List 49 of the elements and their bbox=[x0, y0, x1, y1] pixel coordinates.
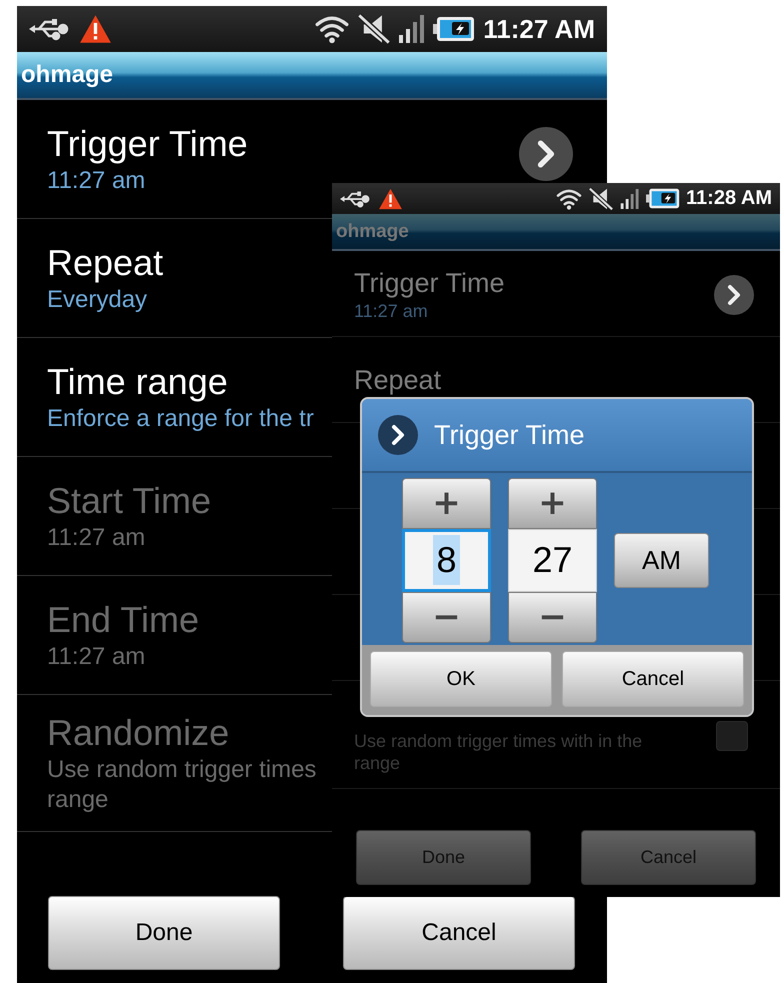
decrement-button[interactable]: − bbox=[508, 592, 597, 642]
app-title: ohmage bbox=[21, 61, 114, 89]
increment-button[interactable]: + bbox=[402, 478, 491, 528]
am-pm-button[interactable]: AM bbox=[614, 532, 709, 588]
dialog-button[interactable]: Cancel bbox=[562, 651, 744, 707]
battery-charging-icon bbox=[646, 188, 680, 209]
usb-icon bbox=[340, 190, 370, 208]
setting-summary: range bbox=[354, 752, 400, 774]
signal-icon bbox=[620, 188, 640, 208]
chevron-circle-icon bbox=[519, 127, 573, 181]
setting-summary: Everyday bbox=[47, 285, 148, 315]
chevron-circle-icon bbox=[378, 415, 418, 455]
setting-summary: Enforce a range for the tr bbox=[47, 404, 314, 434]
muted-speaker-icon bbox=[588, 186, 614, 210]
warning-icon bbox=[79, 14, 112, 44]
setting-title[interactable]: Trigger Time bbox=[354, 267, 505, 300]
setting-summary: 11:27 am bbox=[47, 166, 146, 196]
setting-summary: range bbox=[47, 785, 108, 815]
wifi-icon bbox=[315, 14, 350, 44]
battery-charging-icon bbox=[433, 15, 476, 43]
number-field[interactable]: 27 bbox=[508, 528, 597, 592]
app-title: ohmage bbox=[336, 220, 409, 242]
dialog-title: Trigger Time bbox=[434, 420, 585, 450]
signal-icon bbox=[399, 15, 426, 43]
footer-button[interactable]: Done bbox=[48, 896, 280, 970]
setting-title[interactable]: Repeat bbox=[47, 241, 164, 285]
warning-icon bbox=[378, 188, 403, 210]
usb-icon bbox=[29, 17, 69, 41]
setting-title[interactable]: Time range bbox=[47, 360, 228, 404]
setting-title[interactable]: Repeat bbox=[354, 364, 442, 397]
clock-time: 11:28 AM bbox=[686, 187, 772, 210]
setting-title: End Time bbox=[47, 598, 200, 642]
increment-button[interactable]: + bbox=[508, 478, 597, 528]
setting-title: Start Time bbox=[47, 479, 212, 523]
setting-title: Randomize bbox=[47, 711, 230, 755]
decrement-button[interactable]: − bbox=[402, 592, 491, 642]
number-field[interactable]: 8 bbox=[402, 528, 491, 592]
chevron-circle-icon bbox=[714, 274, 754, 314]
clock-time: 11:27 AM bbox=[483, 14, 595, 44]
setting-summary: Use random trigger times with in the bbox=[354, 730, 642, 752]
setting-title[interactable]: Trigger Time bbox=[47, 122, 248, 166]
setting-summary: Use random trigger times bbox=[47, 755, 316, 785]
setting-summary: 11:27 am bbox=[354, 300, 428, 322]
muted-speaker-icon bbox=[357, 13, 392, 45]
dialog-button[interactable]: OK bbox=[370, 651, 552, 707]
wifi-icon bbox=[556, 188, 582, 210]
footer-button[interactable]: Cancel bbox=[343, 896, 575, 970]
setting-summary: 11:27 am bbox=[47, 642, 146, 672]
setting-summary: 11:27 am bbox=[47, 523, 146, 553]
